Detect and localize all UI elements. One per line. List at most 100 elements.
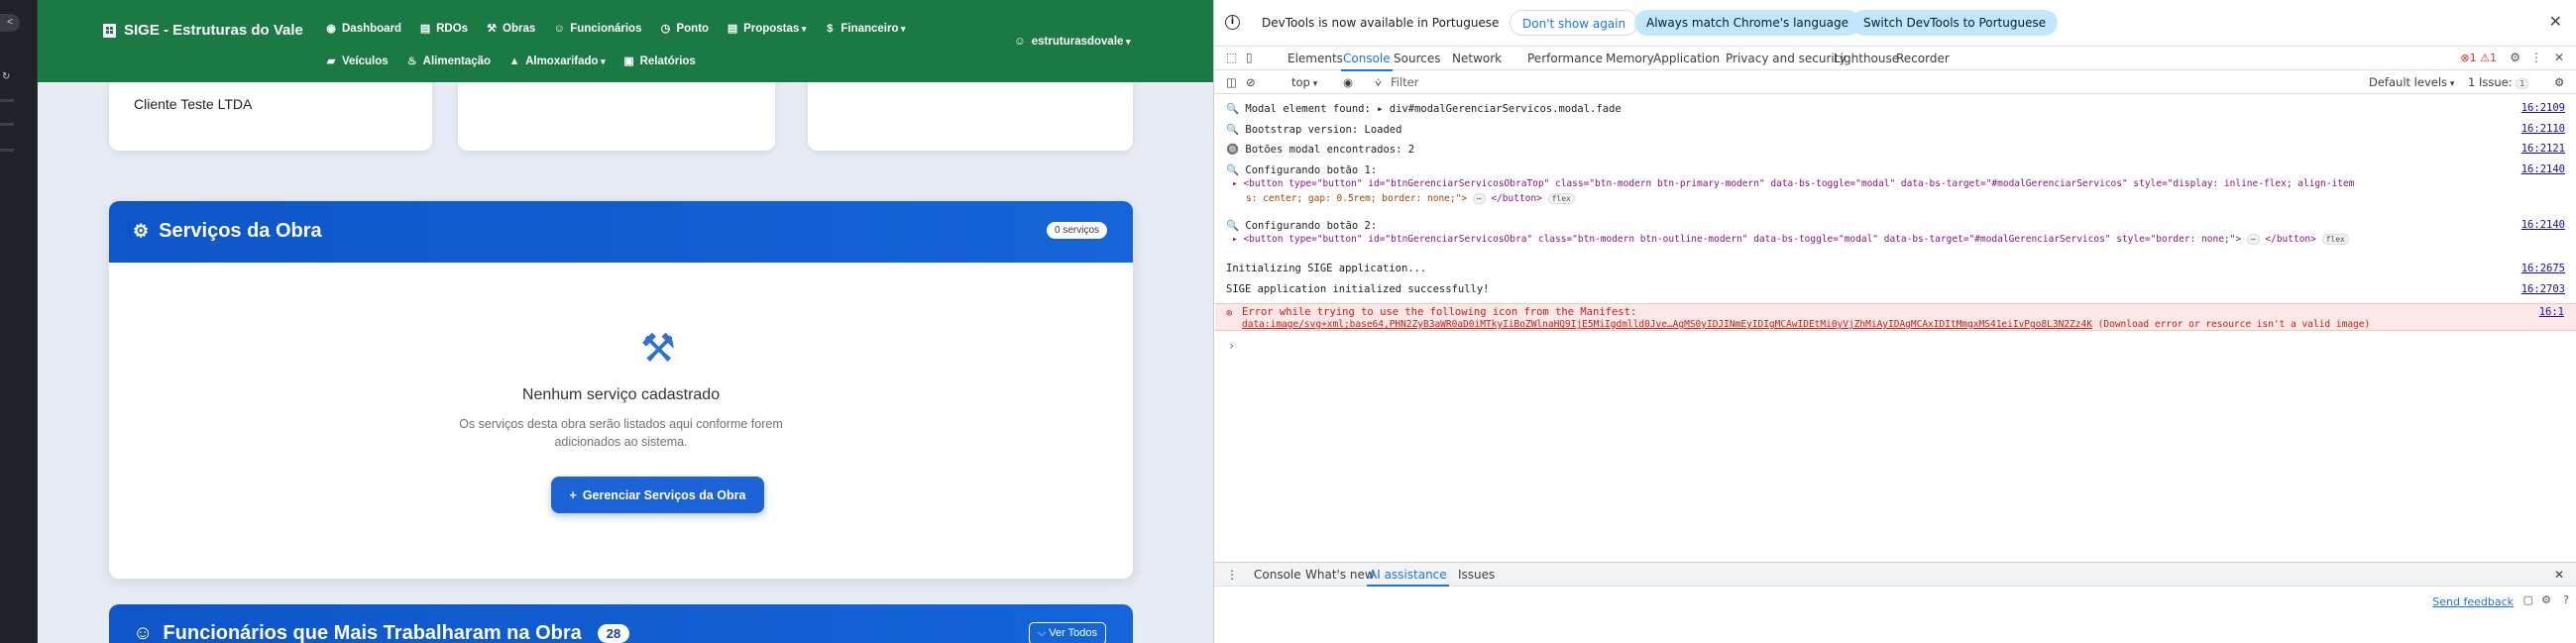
console-filter-bar: ◫ ⊘ top ◉ ⩒ Filter Default levels 1 Issu… bbox=[1214, 70, 2576, 94]
plus-icon: + bbox=[569, 487, 577, 502]
nav-item-veiculos[interactable]: ▰ Veículos bbox=[325, 54, 389, 68]
nav-item-label: Veículos bbox=[342, 54, 389, 67]
source-link[interactable]: 16:2140 bbox=[2521, 163, 2565, 175]
user-name: estruturasdovale bbox=[1032, 36, 1131, 48]
document-icon: ▤ bbox=[727, 23, 738, 35]
close-tag: </button> bbox=[1491, 193, 1542, 204]
warehouse-icon: ▲ bbox=[508, 54, 520, 67]
always-match-language-button[interactable]: Always match Chrome's language bbox=[1634, 10, 1860, 36]
issues-link[interactable]: 1 Issue: 1 bbox=[2468, 75, 2529, 89]
console-text: 🔍 Bootstrap version: Loaded bbox=[1226, 124, 1402, 136]
sidebar-toggle-icon[interactable]: ◫ bbox=[1226, 75, 1237, 89]
flex-badge[interactable]: flex bbox=[2321, 234, 2349, 245]
close-drawer-icon[interactable]: ✕ bbox=[2554, 568, 2564, 582]
nav-item-funcionarios[interactable]: ☺ Funcionários bbox=[553, 22, 642, 35]
nav-item-label: Alimentação bbox=[422, 54, 492, 67]
nav-item-relatorios[interactable]: ▣ Relatórios bbox=[623, 54, 695, 68]
filter-icon: ⩒ bbox=[1375, 75, 1382, 89]
user-menu[interactable]: ☺ estruturasdovale bbox=[1014, 36, 1130, 48]
nav-item-alimentacao[interactable]: ♨ Alimentação bbox=[406, 54, 492, 68]
flex-badge[interactable]: flex bbox=[1547, 193, 1575, 204]
close-devtools-icon[interactable]: ✕ bbox=[2554, 51, 2564, 64]
nav-row-primary: ◉ Dashboard ▤ RDOs ⚒ Obras ☺ Funcionários ◷ Ponto… bbox=[325, 22, 924, 36]
services-header: ⚙ Serviços da Obra 0 serviços bbox=[109, 201, 1133, 263]
drawer-tab-console[interactable]: Console bbox=[1254, 568, 1301, 582]
console-text: 🔘 Botões modal encontrados: 2 bbox=[1226, 144, 1415, 156]
ellipsis-pill[interactable]: ⋯ bbox=[2246, 234, 2260, 245]
nav-item-propostas[interactable]: ▤ Propostas bbox=[727, 22, 806, 36]
chevron-left-icon[interactable]: < bbox=[0, 14, 20, 32]
drawer-menu-icon[interactable]: ⋮ bbox=[1226, 568, 1238, 582]
issues-count: 1 bbox=[2516, 78, 2529, 89]
dashboard-icon: ◉ bbox=[326, 23, 336, 35]
empty-state-description: Os serviços desta obra serão listados aq… bbox=[459, 417, 783, 449]
tab-recorder[interactable]: Recorder bbox=[1896, 52, 1950, 65]
switch-to-portuguese-button[interactable]: Switch DevTools to Portuguese bbox=[1851, 10, 2059, 36]
cogs-icon: ⚙ bbox=[133, 221, 150, 241]
filter-input[interactable]: Filter bbox=[1391, 75, 1418, 89]
console-settings-icon[interactable]: ⚙ bbox=[2554, 75, 2564, 89]
tab-memory[interactable]: Memory bbox=[1606, 52, 1654, 65]
drawer-tab-ai-assistance[interactable]: AI assistance bbox=[1367, 568, 1449, 587]
view-all-button[interactable]: ⌵ Ver Todos bbox=[1028, 622, 1106, 643]
manifest-icon-link[interactable]: data:image/svg+xml;base64,PHN2ZyB3aWR0aD… bbox=[1242, 319, 2092, 330]
nav-item-ponto[interactable]: ◷ Ponto bbox=[659, 22, 709, 36]
nav-item-almoxarifado[interactable]: ▲ Almoxarifado bbox=[508, 55, 606, 67]
tab-application[interactable]: Application bbox=[1653, 52, 1720, 65]
tab-network[interactable]: Network bbox=[1452, 52, 1502, 65]
send-feedback-link[interactable]: Send feedback bbox=[2432, 595, 2514, 608]
error-warning-counter[interactable]: ⊗1 ⚠1 bbox=[2460, 52, 2497, 64]
close-icon[interactable]: ✕ bbox=[2549, 12, 2562, 31]
drawer-help-icon[interactable]: ? bbox=[2563, 593, 2569, 606]
drawer-tab-issues[interactable]: Issues bbox=[1458, 568, 1495, 582]
console-text: SIGE application initialized successfull… bbox=[1226, 283, 1490, 295]
console-prompt[interactable]: › bbox=[1228, 339, 1235, 353]
nav-item-financeiro[interactable]: $ Financeiro bbox=[824, 23, 905, 35]
clear-console-icon[interactable]: ⊘ bbox=[1246, 75, 1256, 89]
tab-performance[interactable]: Performance bbox=[1527, 52, 1603, 65]
tab-privacy-and-security[interactable]: Privacy and security bbox=[1726, 52, 1847, 65]
top-workers-header: ☺ Funcionários que Mais Trabalharam na O… bbox=[109, 604, 1133, 643]
refresh-icon[interactable]: ↻ bbox=[2, 71, 12, 82]
source-link[interactable]: 16:2140 bbox=[2521, 219, 2565, 231]
source-link[interactable]: 16:2703 bbox=[2521, 283, 2565, 295]
feedback-icon[interactable]: ▢ bbox=[2523, 593, 2533, 606]
nav-item-label: Propostas bbox=[743, 23, 806, 35]
report-icon: ▣ bbox=[623, 55, 634, 67]
device-toolbar-icon[interactable]: ▯ bbox=[1246, 51, 1253, 64]
users-icon: ☺ bbox=[553, 22, 565, 35]
log-levels-dropdown[interactable]: Default levels bbox=[2369, 75, 2454, 89]
tab-console[interactable]: Console bbox=[1341, 52, 1393, 71]
nav-item-label: RDOs bbox=[436, 22, 469, 35]
close-tag: </button> bbox=[2265, 234, 2316, 245]
manage-services-button[interactable]: + Gerenciar Serviços da Obra bbox=[551, 477, 764, 513]
tab-lighthouse[interactable]: Lighthouse bbox=[1834, 52, 1899, 65]
screen: < ↻ Cliente Teste LTDA SIGE - Estruturas… bbox=[0, 0, 2576, 643]
source-link[interactable]: 16:1 bbox=[2539, 306, 2564, 318]
more-options-icon[interactable]: ⋮ bbox=[2530, 51, 2542, 64]
nav-item-rdos[interactable]: ▤ RDOs bbox=[419, 22, 469, 36]
error-message: Error while trying to use the following … bbox=[1242, 306, 1637, 318]
nav-item-label: Funcionários bbox=[570, 22, 642, 35]
source-link[interactable]: 16:2121 bbox=[2521, 143, 2565, 155]
source-link[interactable]: 16:2109 bbox=[2521, 102, 2565, 114]
top-workers-title: ☺ Funcionários que Mais Trabalharam na O… bbox=[133, 622, 630, 643]
tab-elements[interactable]: Elements bbox=[1288, 52, 1343, 65]
source-link[interactable]: 16:2675 bbox=[2521, 263, 2565, 274]
nav-item-dashboard[interactable]: ◉ Dashboard bbox=[325, 22, 401, 36]
source-link[interactable]: 16:2110 bbox=[2521, 123, 2565, 135]
view-all-label: Ver Todos bbox=[1049, 627, 1097, 639]
dont-show-again-button[interactable]: Don't show again bbox=[1510, 10, 1639, 36]
nav-item-obras[interactable]: ⚒ Obras bbox=[486, 22, 535, 36]
ellipsis-pill[interactable]: ⋯ bbox=[1472, 193, 1486, 204]
inspect-element-icon[interactable]: ⬚ bbox=[1226, 51, 1237, 64]
drawer-settings-icon[interactable]: ⚙ bbox=[2541, 593, 2551, 606]
top-navbar: SIGE - Estruturas do Vale ◉ Dashboard ▤ RDO… bbox=[38, 0, 1213, 82]
brand-link[interactable]: SIGE - Estruturas do Vale bbox=[103, 22, 303, 39]
settings-gear-icon[interactable]: ⚙ bbox=[2510, 51, 2520, 64]
tab-sources[interactable]: Sources bbox=[1394, 52, 1440, 65]
eye-icon[interactable]: ◉ bbox=[1343, 75, 1353, 89]
devtools-drawer: ⋮ Console What's new AI assistance Issues ✕… bbox=[1214, 562, 2576, 643]
drawer-tab-what-s-new[interactable]: What's new bbox=[1305, 568, 1375, 582]
context-selector[interactable]: top bbox=[1291, 75, 1317, 89]
